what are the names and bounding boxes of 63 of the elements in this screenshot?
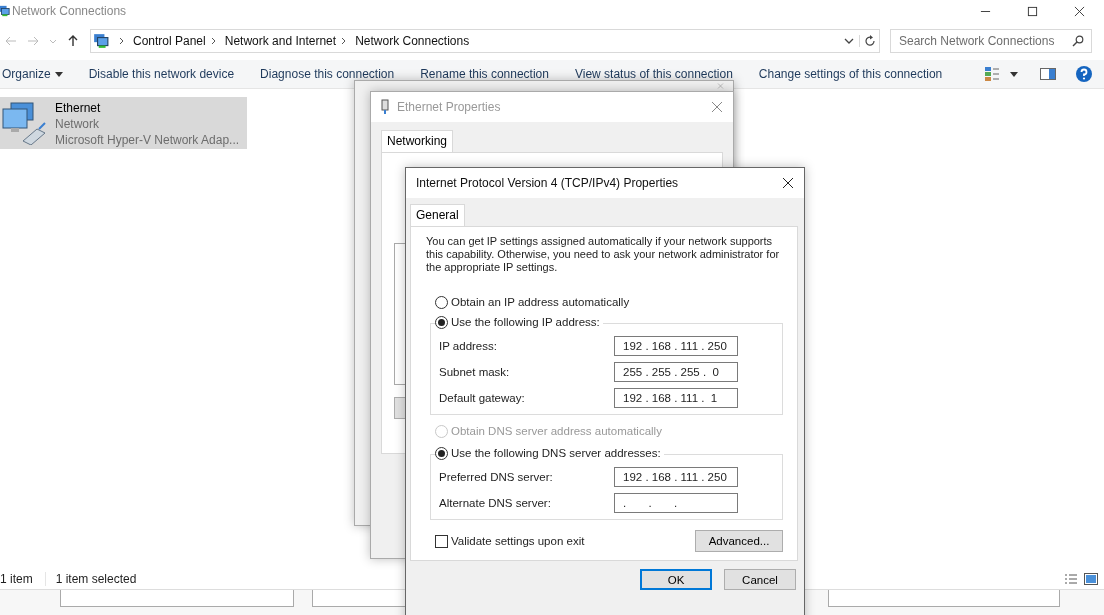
field-label: Default gateway: [439, 392, 526, 404]
dialog-title: Ethernet Properties [397, 100, 501, 114]
selection-count: 1 item selected [54, 572, 138, 586]
toolbar-command[interactable]: Rename this connection [407, 67, 562, 81]
close-icon[interactable] [782, 177, 794, 189]
field-label: Subnet mask: [439, 366, 511, 378]
tab[interactable]: Networking [381, 130, 454, 152]
breadcrumb-item[interactable]: Network Connections [355, 34, 470, 48]
radio-label[interactable]: Use the following IP address: [451, 316, 600, 328]
radio-label[interactable]: Use the following DNS server addresses: [451, 447, 661, 459]
up-arrow-icon[interactable] [67, 35, 79, 47]
ip-address-field[interactable]: 192 . 168 . 111 . 250 [614, 336, 738, 356]
radio-label[interactable]: Obtain an IP address automatically [451, 296, 630, 308]
breadcrumb-item[interactable]: Control Panel [133, 34, 206, 48]
connection-status: Network [55, 116, 100, 132]
close-icon[interactable] [1074, 5, 1085, 17]
adapter-name: Microsoft Hyper-V Network Adap... [55, 132, 240, 148]
ip-address-field[interactable]: 192 . 168 . 111 . 1 [614, 388, 738, 408]
connection-name: Ethernet [55, 100, 102, 116]
toolbar-command[interactable]: View status of this connection [561, 67, 746, 81]
window-title: Network Connections [12, 4, 127, 18]
checkbox-label[interactable]: Validate settings upon exit [451, 535, 585, 547]
address-bar[interactable]: Control Panel Network and Internet Network Connections [90, 29, 880, 53]
chevron-right-icon [119, 37, 125, 45]
organize-menu[interactable]: Organize [0, 67, 76, 81]
dialog-button[interactable]: OK [640, 569, 712, 590]
field-label: Preferred DNS server: [439, 471, 554, 483]
network-icon [93, 33, 109, 49]
help-icon[interactable] [1076, 66, 1092, 82]
chevron-down-icon[interactable] [844, 37, 854, 45]
connection-item[interactable]: Ethernet Network Microsoft Hyper-V Network Adap... [0, 97, 247, 149]
advanced-button[interactable]: Advanced... [695, 530, 783, 552]
dialog-button[interactable]: Cancel [724, 569, 796, 590]
maximize-icon[interactable] [1027, 5, 1038, 17]
toolbar-command[interactable]: Diagnose this connection [247, 67, 408, 81]
chevron-right-icon [210, 37, 217, 45]
large-icons-view-icon[interactable] [1084, 573, 1098, 585]
ip-address-field[interactable]: 192 . 168 . 111 . 250 [614, 467, 738, 487]
radio-button[interactable] [435, 446, 448, 460]
radio-button[interactable] [435, 295, 448, 309]
network-icon [0, 4, 10, 18]
radio-button[interactable] [435, 315, 448, 329]
field-label: Alternate DNS server: [439, 497, 552, 509]
chevron-right-icon [341, 37, 348, 45]
caret-icon[interactable] [1010, 71, 1018, 77]
preview-pane-icon[interactable] [1040, 68, 1056, 80]
tab[interactable]: General [410, 204, 465, 226]
network-adapter-icon [1, 101, 49, 145]
search-field[interactable]: Search Network Connections [890, 29, 1092, 53]
breadcrumb-item[interactable]: Network and Internet [224, 34, 337, 48]
search-icon [1072, 35, 1084, 47]
dialog-title: Internet Protocol Version 4 (TCP/IPv4) Properties [416, 176, 679, 190]
ip-address-field[interactable]: 255 . 255 . 255 . 0 [614, 362, 738, 382]
item-count: 1 item [0, 572, 46, 586]
intro-text: You can get IP settings assigned automatically if your network supports this capability. Otherwise, you need to ask your network administrator for the appropriate IP settings. [426, 235, 781, 274]
view-options-icon[interactable] [984, 66, 1000, 82]
toolbar-command[interactable]: Disable this network device [75, 67, 248, 81]
ip-address-field[interactable]: . . . [614, 493, 738, 513]
caret-icon [54, 71, 63, 77]
checkbox[interactable] [435, 534, 448, 548]
network-plug-icon [381, 99, 389, 115]
field-label: IP address: [439, 340, 498, 352]
toolbar-command[interactable]: Change settings of this connection [745, 67, 956, 81]
